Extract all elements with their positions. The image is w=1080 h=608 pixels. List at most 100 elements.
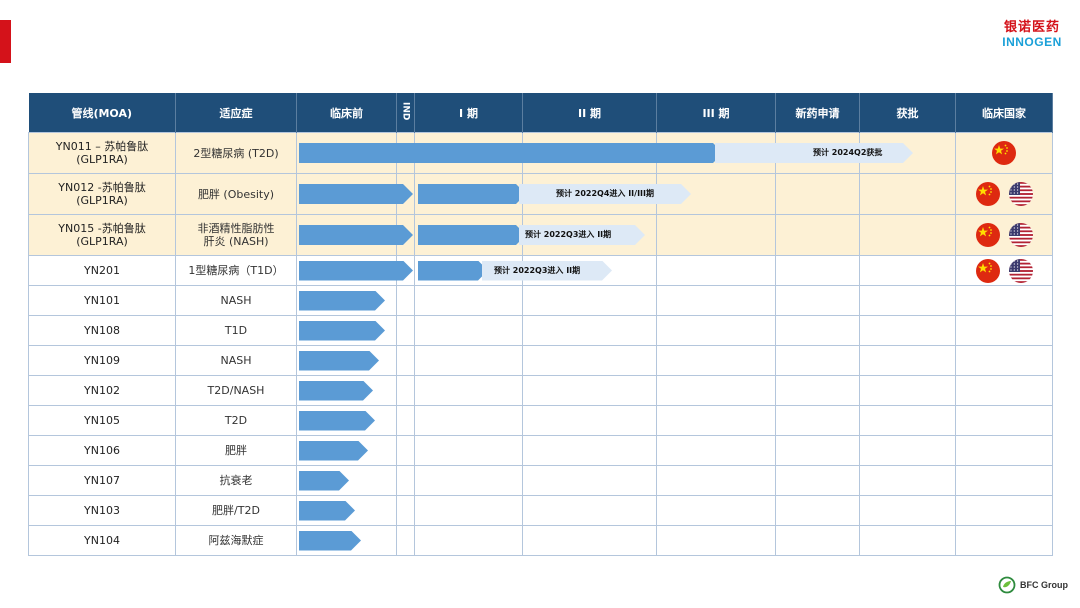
usa-flag-icon [1008,223,1033,247]
progress-arrow-ongoing [418,261,488,281]
progress-arrow-ongoing [299,501,355,521]
bfc-footer-logo: BFC Group [998,576,1068,594]
drug-code-cell: YN102 [28,375,176,406]
stage-cell-approval [859,173,956,215]
stage-cell-nda [775,405,860,436]
indication-cell: 2型糖尿病 (T2D) [175,132,297,174]
drug-code-cell: YN104 [28,525,176,556]
pipeline-row: YN101 NASH [28,285,1053,316]
countries-cell [955,405,1053,436]
stage-cell-phase-1 [414,345,523,376]
indication-cell: NASH [175,285,297,316]
indication-text: 阿兹海默症 [208,534,264,547]
stage-cell-approval [859,465,956,496]
pipeline-row: YN107 抗衰老 [28,465,1053,496]
stage-cell-approval [859,255,956,286]
drug-moa: (GLP1RA) [76,235,128,248]
drug-code: YN103 [84,504,120,517]
stage-cell-nda [775,465,860,496]
stage-cell-preclinical [296,495,397,526]
stage-cell-nda [775,255,860,286]
stage-cell-phase-3 [656,465,776,496]
stage-cell-phase-1 [414,285,523,316]
pipeline-row: YN102 T2D/NASH [28,375,1053,406]
flag-group [956,258,1052,283]
header-countries: 临床国家 [955,93,1053,133]
drug-code-cell: YN105 [28,405,176,436]
indication-text-line2: 肝炎 (NASH) [203,235,269,248]
stage-cell-preclinical [296,465,397,496]
stage-cell-ind [396,315,415,346]
drug-code-cell: YN103 [28,495,176,526]
stage-cell-phase-2 [522,345,657,376]
indication-cell: T2D/NASH [175,375,297,406]
milestone-label: 预计 2022Q4进入 II/III期 [556,189,655,198]
header-phase-2: II 期 [522,93,657,133]
header-indication: 适应症 [175,93,297,133]
drug-code: YN011 – 苏帕鲁肽 [55,140,149,153]
progress-arrow-ongoing [299,441,368,461]
drug-code: YN012 -苏帕鲁肽 [58,181,146,194]
stage-cell-phase-2 [522,435,657,466]
flag-group [956,223,1052,247]
pipeline-table: 管线(MOA) 适应症 临床前 IND I 期 II 期 III 期 新药申请 … [28,93,1053,556]
indication-cell: 1型糖尿病（T1D） [175,255,297,286]
indication-text: NASH [220,294,252,307]
stage-cell-approval [859,214,956,256]
stage-cell-approval [859,495,956,526]
drug-code: YN105 [84,414,120,427]
drug-code: YN109 [84,354,120,367]
stage-cell-preclinical: 预计 2022Q3进入 II期 [296,214,397,256]
stage-cell-nda [775,495,860,526]
usa-flag-icon [1008,182,1033,206]
stage-cell-phase-2 [522,465,657,496]
milestone-label: 预计 2024Q2获批 [813,148,883,157]
drug-code-cell: YN106 [28,435,176,466]
stage-cell-phase-1 [414,405,523,436]
drug-moa: (GLP1RA) [76,194,128,207]
china-flag-icon [992,141,1016,165]
bfc-brand-text: BFC Group [1020,580,1068,590]
stage-cell-phase-3 [656,315,776,346]
header-preclinical: 临床前 [296,93,397,133]
stage-cell-preclinical [296,525,397,556]
stage-cell-phase-3 [656,345,776,376]
indication-text: 肥胖 [225,444,247,457]
stage-cell-phase-1 [414,525,523,556]
stage-cell-approval [859,285,956,316]
pipeline-row: YN011 – 苏帕鲁肽 (GLP1RA) 2型糖尿病 (T2D) 预计 2024Q2… [28,132,1053,174]
stage-cell-approval [859,435,956,466]
progress-arrow-ongoing [418,184,526,204]
drug-code: YN106 [84,444,120,457]
stage-cell-preclinical [296,375,397,406]
indication-cell: 肥胖 (Obesity) [175,173,297,215]
countries-cell [955,375,1053,406]
progress-arrow-ongoing [299,351,379,371]
drug-code-cell: YN011 – 苏帕鲁肽 (GLP1RA) [28,132,176,174]
indication-text: 肥胖 (Obesity) [197,187,275,201]
pipeline-row: YN201 1型糖尿病（T1D） 预计 2022Q3进入 II期 [28,255,1053,286]
stage-cell-ind [396,375,415,406]
stage-cell-phase-3 [656,525,776,556]
stage-cell-nda [775,435,860,466]
stage-cell-phase-3 [656,405,776,436]
stage-cell-ind [396,435,415,466]
stage-cell-nda [775,214,860,256]
logo-english-text: INNOGEN [1002,35,1062,49]
indication-cell: T2D [175,405,297,436]
stage-cell-nda [775,315,860,346]
progress-arrow-ongoing [299,225,413,245]
countries-cell [955,214,1053,256]
stage-cell-phase-3 [656,285,776,316]
company-logo: 银诺医药 INNOGEN [996,20,1068,49]
stage-cell-phase-1 [414,495,523,526]
stage-cell-phase-1 [414,465,523,496]
stage-cell-phase-3 [656,435,776,466]
drug-code-cell: YN109 [28,345,176,376]
progress-arrow-ongoing [299,321,385,341]
logo-chinese-text: 银诺医药 [1003,20,1060,35]
header-ind: IND [396,93,415,133]
stage-cell-phase-3 [656,214,776,256]
countries-cell [955,465,1053,496]
countries-cell [955,345,1053,376]
